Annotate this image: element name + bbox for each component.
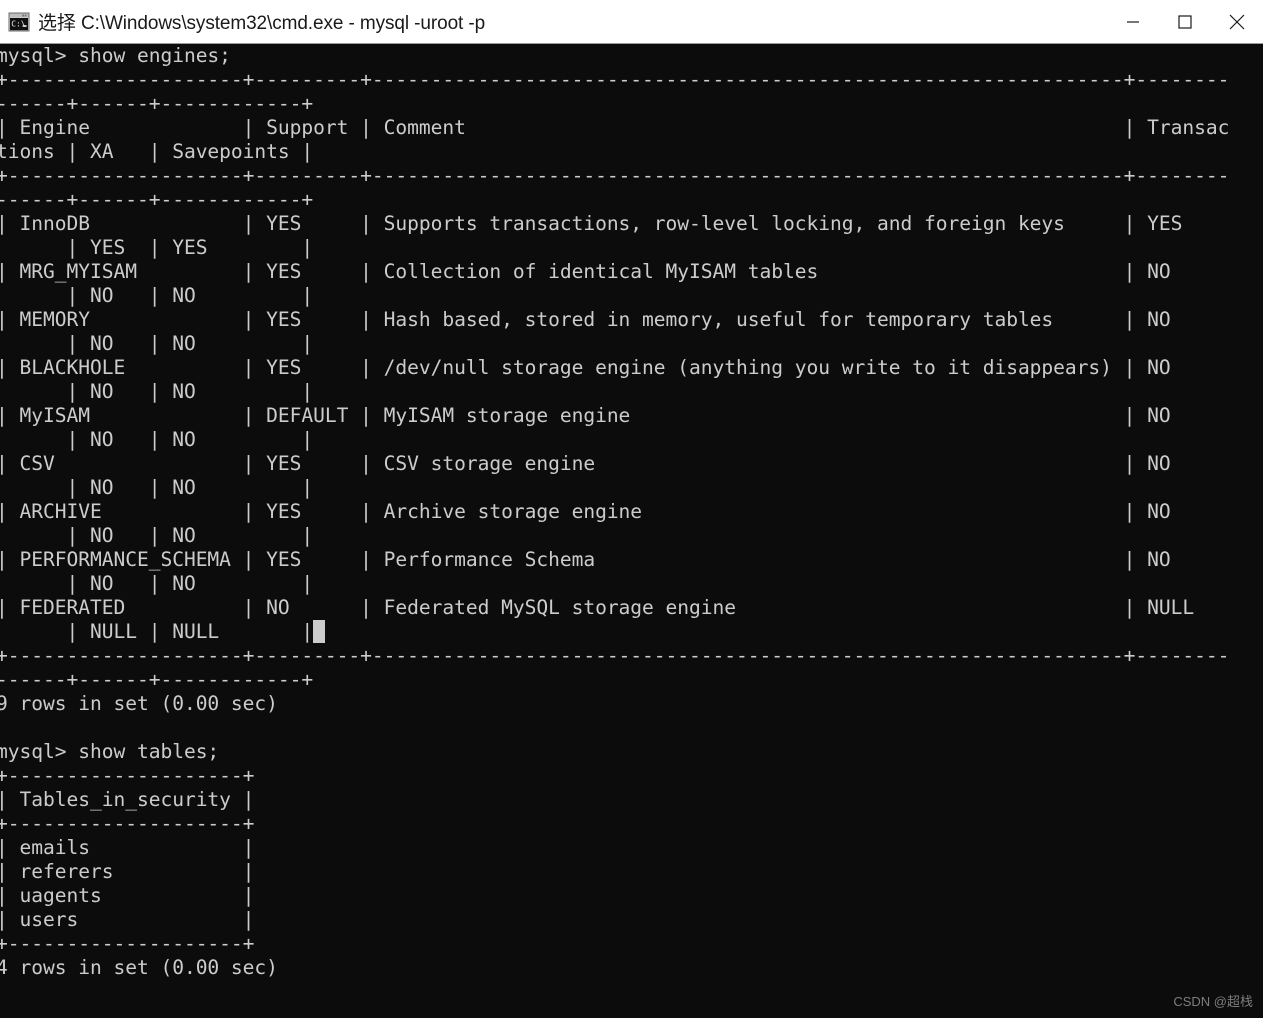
terminal-line: | NO | NO | <box>0 476 314 499</box>
terminal-line: +--------------------+---------+--------… <box>0 164 1230 187</box>
window-title: 选择 C:\Windows\system32\cmd.exe - mysql -… <box>38 13 486 34</box>
title-bar[interactable]: C:\ 选择 C:\Windows\system32\cmd.exe - mys… <box>0 0 1263 44</box>
terminal-line: +--------------------+ <box>0 932 255 955</box>
terminal-line: +--------------------+---------+--------… <box>0 68 1230 91</box>
minimize-button[interactable] <box>1107 0 1159 43</box>
terminal-line: 9 rows in set (0.00 sec) <box>0 692 278 715</box>
maximize-icon <box>1178 14 1192 29</box>
terminal-line: mysql> show tables; <box>0 740 220 763</box>
terminal-line: | MyISAM | DEFAULT | MyISAM storage engi… <box>0 404 1171 427</box>
terminal-line: | PERFORMANCE_SCHEMA | YES | Performance… <box>0 548 1171 571</box>
terminal-line: | NO | NO | <box>0 524 314 547</box>
terminal-line: 4 rows in set (0.00 sec) <box>0 956 278 979</box>
terminal-line: | BLACKHOLE | YES | /dev/null storage en… <box>0 356 1171 379</box>
maximize-button[interactable] <box>1159 0 1211 43</box>
csdn-watermark: CSDN @超栈 <box>1173 994 1253 1009</box>
terminal-line: +--------------------+ <box>0 812 255 835</box>
svg-text:C:\: C:\ <box>11 19 26 28</box>
close-icon <box>1229 14 1245 29</box>
cmd-console-icon: C:\ <box>8 12 30 31</box>
terminal-line: | MEMORY | YES | Hash based, stored in m… <box>0 308 1171 331</box>
console-output-area[interactable]: mysql> show engines; +-------------------… <box>0 44 1263 1018</box>
terminal-line: | referers | <box>0 860 255 883</box>
terminal-line: | Tables_in_security | <box>0 788 255 811</box>
text-cursor <box>313 620 325 643</box>
terminal-line: tions | XA | Savepoints | <box>0 140 314 163</box>
terminal-line: ------+------+------------+ <box>0 188 314 211</box>
terminal-line: | InnoDB | YES | Supports transactions, … <box>0 212 1183 235</box>
terminal-line: | NO | NO | <box>0 284 314 307</box>
terminal-line: | YES | YES | <box>0 236 314 259</box>
terminal-line: | NO | NO | <box>0 572 314 595</box>
cmd-window: C:\ 选择 C:\Windows\system32\cmd.exe - mys… <box>0 0 1263 1018</box>
terminal-line: | ARCHIVE | YES | Archive storage engine… <box>0 500 1171 523</box>
terminal-line: | NO | NO | <box>0 380 314 403</box>
close-button[interactable] <box>1211 0 1263 43</box>
terminal-line: +--------------------+---------+--------… <box>0 644 1230 667</box>
terminal-line: ------+------+------------+ <box>0 92 314 115</box>
terminal-line: | NO | NO | <box>0 428 314 451</box>
terminal-line: | uagents | <box>0 884 255 907</box>
terminal-screen: mysql> show engines; +-------------------… <box>0 44 1263 980</box>
terminal-line: | Engine | Support | Comment | Transac <box>0 116 1230 139</box>
terminal-line: | FEDERATED | NO | Federated MySQL stora… <box>0 596 1195 619</box>
terminal-line: ------+------+------------+ <box>0 668 314 691</box>
minimize-icon <box>1127 20 1139 23</box>
terminal-line: | CSV | YES | CSV storage engine | NO <box>0 452 1171 475</box>
terminal-line: | NULL | NULL | <box>0 620 1263 644</box>
terminal-line: | MRG_MYISAM | YES | Collection of ident… <box>0 260 1171 283</box>
terminal-line: | NO | NO | <box>0 332 314 355</box>
terminal-line: | emails | <box>0 836 255 859</box>
terminal-line: mysql> show engines; <box>0 44 231 67</box>
terminal-line: +--------------------+ <box>0 764 255 787</box>
terminal-line: | users | <box>0 908 255 931</box>
title-bar-left: C:\ 选择 C:\Windows\system32\cmd.exe - mys… <box>0 8 1107 35</box>
